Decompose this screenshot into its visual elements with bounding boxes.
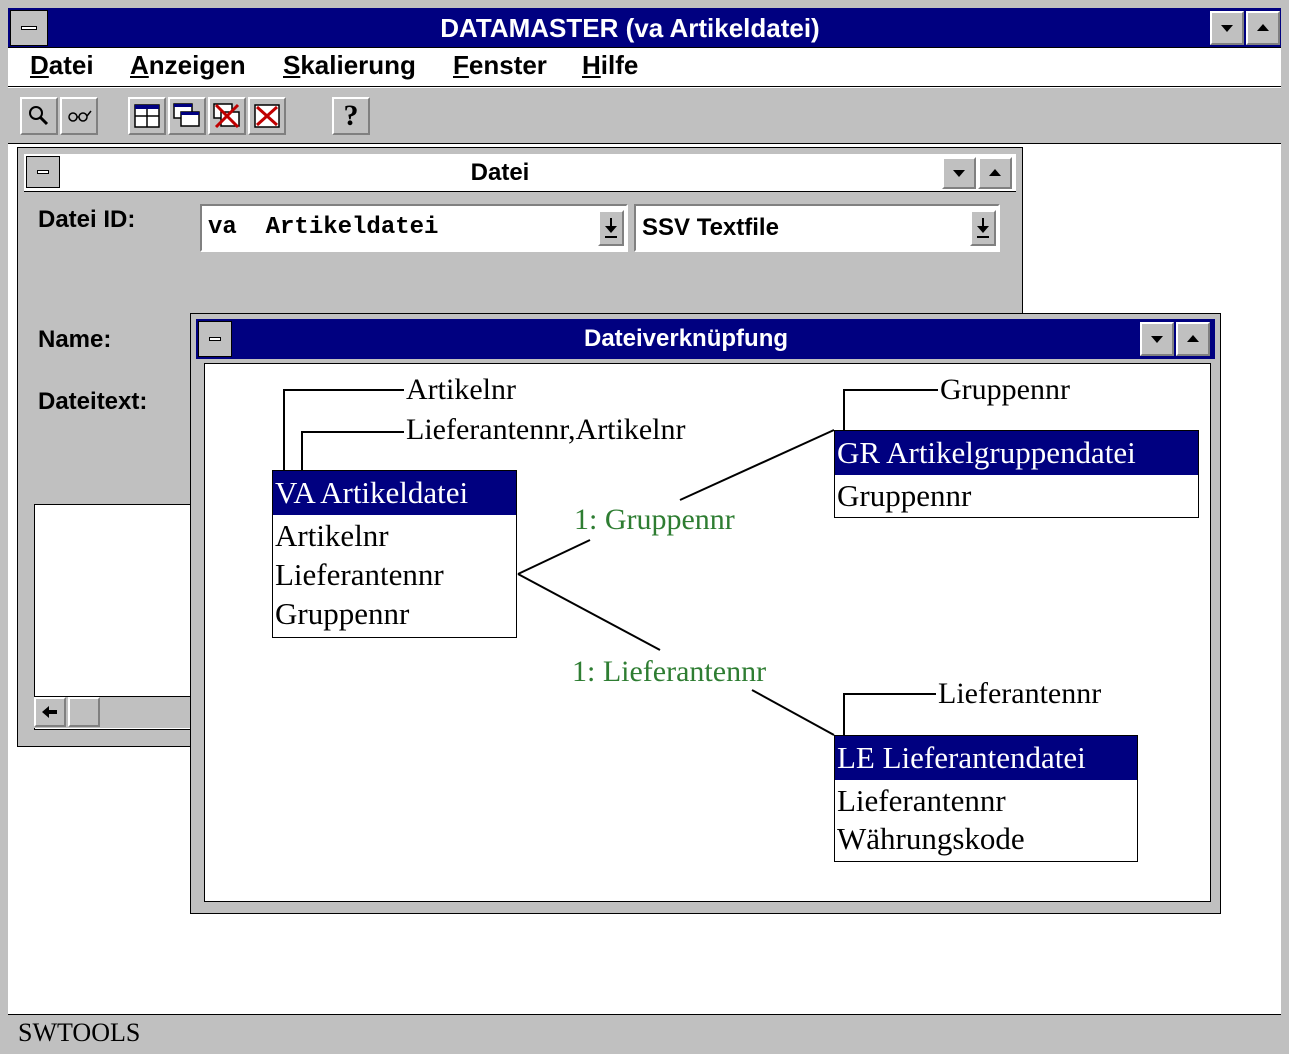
table-gr-artikelgruppendatei[interactable]: GR Artikelgruppendatei Gruppennr (834, 430, 1199, 518)
relation-label-gruppennr: 1: Gruppennr (574, 503, 735, 536)
table-field: Währungskode (837, 821, 1025, 856)
table-header: LE Lieferantendatei (835, 736, 1137, 780)
key-label-gruppennr: Gruppennr (940, 373, 1070, 406)
table-va-artikeldatei[interactable]: VA Artikeldatei Artikelnr Lieferantennr … (272, 470, 517, 638)
table-header: GR Artikelgruppendatei (835, 431, 1198, 475)
relation-line-gruppennr-right (679, 429, 835, 501)
table-field: Gruppennr (275, 596, 410, 631)
status-text: SWTOOLS (18, 1018, 141, 1047)
relation-line-lieferantennr-right (751, 689, 835, 736)
relation-line-lieferantennr-left (517, 573, 661, 651)
relation-line-gruppennr-left (517, 539, 591, 575)
key-line-lieferantennr (843, 693, 936, 735)
key-label-lieferantennr: Lieferantennr (938, 677, 1102, 710)
key-label-artikelnr: Artikelnr (406, 373, 516, 406)
relation-label-lieferantennr: 1: Lieferantennr (572, 655, 767, 688)
table-field: Lieferantennr (275, 557, 444, 592)
table-field: Artikelnr (275, 518, 389, 553)
key-line-gruppennr (843, 389, 938, 430)
status-bar (8, 1014, 1281, 1046)
key-line-lieferantennr-artikelnr (301, 431, 404, 470)
table-header: VA Artikeldatei (273, 471, 516, 515)
table-le-lieferantendatei[interactable]: LE Lieferantendatei Lieferantennr Währun… (834, 735, 1138, 862)
key-label-lieferantennr-artikelnr: Lieferantennr,Artikelnr (406, 413, 686, 446)
table-field: Lieferantennr (837, 783, 1006, 818)
table-field: Gruppennr (837, 478, 972, 513)
